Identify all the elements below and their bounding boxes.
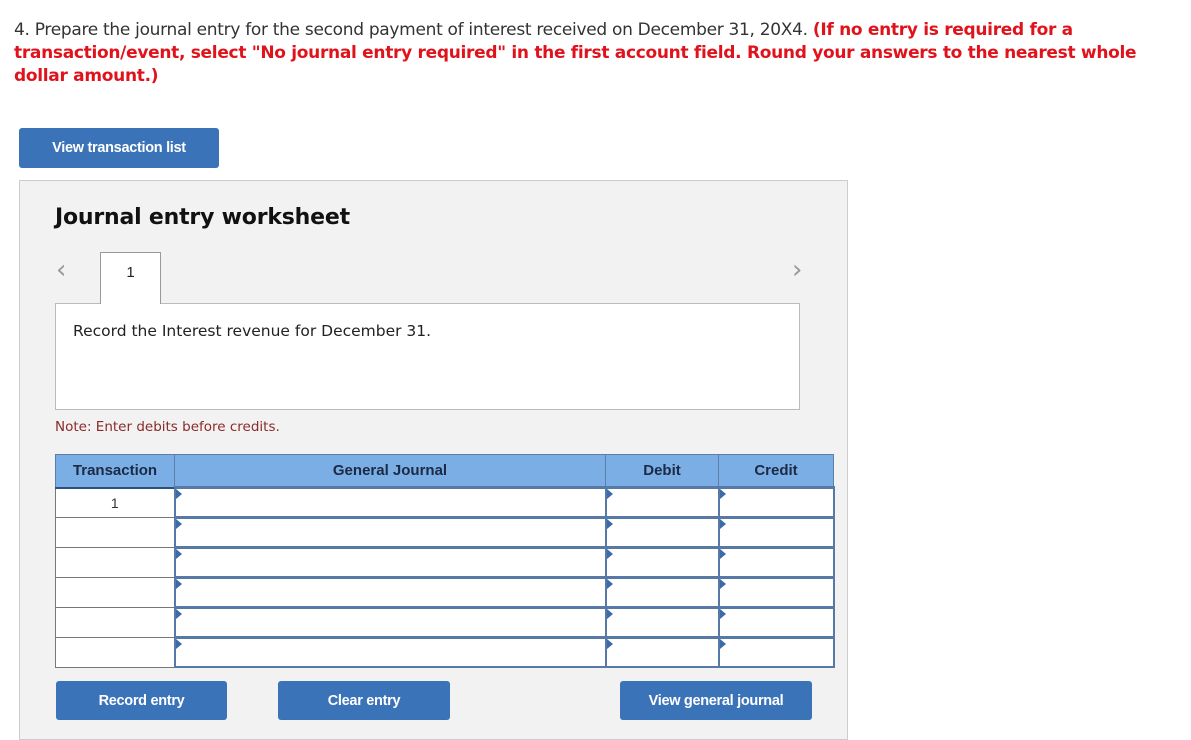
journal-entry-worksheet: Journal entry worksheet ‹ 1 › Record the… bbox=[19, 180, 848, 740]
account-cell[interactable] bbox=[173, 576, 607, 609]
clear-entry-button[interactable]: Clear entry bbox=[278, 681, 450, 720]
journal-header-row: Transaction General Journal Debit Credit bbox=[55, 454, 834, 489]
question-text: 4. Prepare the journal entry for the sec… bbox=[14, 20, 808, 40]
worksheet-title: Journal entry worksheet bbox=[55, 205, 350, 230]
transaction-number bbox=[55, 577, 175, 608]
debit-cell[interactable] bbox=[604, 636, 720, 668]
account-cell[interactable] bbox=[173, 546, 607, 579]
account-cell[interactable] bbox=[173, 636, 607, 668]
debit-credit-note: Note: Enter debits before credits. bbox=[55, 419, 280, 435]
header-transaction: Transaction bbox=[55, 454, 175, 489]
debit-input[interactable] bbox=[606, 489, 718, 516]
debit-input[interactable] bbox=[606, 579, 718, 606]
credit-cell[interactable] bbox=[717, 486, 835, 519]
credit-cell[interactable] bbox=[717, 546, 835, 579]
debit-input[interactable] bbox=[606, 639, 718, 666]
transaction-number bbox=[55, 517, 175, 548]
chevron-left-icon[interactable]: ‹ bbox=[56, 257, 76, 283]
journal-row bbox=[55, 606, 835, 639]
debit-input[interactable] bbox=[606, 519, 718, 546]
journal-row bbox=[55, 576, 835, 609]
header-credit: Credit bbox=[718, 454, 834, 489]
chevron-right-icon[interactable]: › bbox=[792, 257, 812, 283]
account-input[interactable] bbox=[175, 609, 605, 636]
debit-input[interactable] bbox=[606, 549, 718, 576]
transaction-number bbox=[55, 607, 175, 638]
transaction-number: 1 bbox=[55, 487, 175, 518]
debit-cell[interactable] bbox=[604, 606, 720, 639]
transaction-description: Record the Interest revenue for December… bbox=[73, 322, 432, 340]
account-cell[interactable] bbox=[173, 516, 607, 549]
question-prompt: 4. Prepare the journal entry for the sec… bbox=[14, 19, 1174, 88]
credit-input[interactable] bbox=[719, 549, 833, 576]
credit-cell[interactable] bbox=[717, 576, 835, 609]
transaction-number bbox=[55, 637, 175, 668]
account-input[interactable] bbox=[175, 639, 605, 666]
credit-input[interactable] bbox=[719, 639, 833, 666]
debit-cell[interactable] bbox=[604, 486, 720, 519]
tab-1[interactable]: 1 bbox=[100, 252, 161, 304]
credit-cell[interactable] bbox=[717, 516, 835, 549]
debit-cell[interactable] bbox=[604, 576, 720, 609]
credit-cell[interactable] bbox=[717, 636, 835, 668]
account-input[interactable] bbox=[175, 549, 605, 576]
debit-cell[interactable] bbox=[604, 546, 720, 579]
credit-input[interactable] bbox=[719, 519, 833, 546]
view-general-journal-button[interactable]: View general journal bbox=[620, 681, 812, 720]
header-general-journal: General Journal bbox=[174, 454, 606, 489]
account-cell[interactable] bbox=[173, 486, 607, 519]
record-entry-button[interactable]: Record entry bbox=[56, 681, 227, 720]
account-input[interactable] bbox=[175, 489, 605, 516]
debit-cell[interactable] bbox=[604, 516, 720, 549]
account-input[interactable] bbox=[175, 579, 605, 606]
credit-input[interactable] bbox=[719, 579, 833, 606]
view-transaction-list-button[interactable]: View transaction list bbox=[19, 128, 219, 168]
journal-row: 1 bbox=[55, 486, 835, 519]
header-debit: Debit bbox=[605, 454, 719, 489]
transaction-number bbox=[55, 547, 175, 578]
journal-row bbox=[55, 546, 835, 579]
account-cell[interactable] bbox=[173, 606, 607, 639]
account-input[interactable] bbox=[175, 519, 605, 546]
transaction-description-box: Record the Interest revenue for December… bbox=[55, 303, 800, 410]
debit-input[interactable] bbox=[606, 609, 718, 636]
journal-table: Transaction General Journal Debit Credit… bbox=[55, 454, 835, 668]
credit-input[interactable] bbox=[719, 609, 833, 636]
credit-input[interactable] bbox=[719, 489, 833, 516]
journal-row bbox=[55, 516, 835, 549]
journal-row bbox=[55, 636, 835, 668]
credit-cell[interactable] bbox=[717, 606, 835, 639]
